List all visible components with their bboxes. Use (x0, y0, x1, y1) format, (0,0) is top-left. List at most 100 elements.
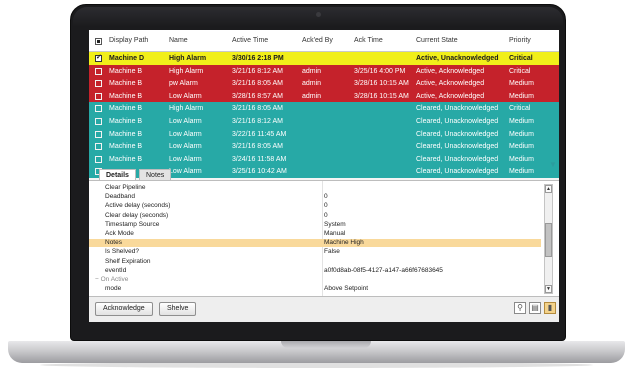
header-current-state[interactable]: Current State (416, 30, 509, 52)
row-checkbox[interactable] (95, 143, 102, 151)
acknowledge-button[interactable]: Acknowledge (95, 302, 153, 316)
details-value: Manual (324, 230, 346, 237)
details-row[interactable]: Shelf Expiration (89, 258, 541, 266)
row-checkbox[interactable] (95, 118, 102, 125)
details-key: Ack Mode (105, 230, 134, 237)
table-row[interactable]: Machine B Low Alarm 3/21/16 8:05 AM Cleared… (89, 140, 559, 154)
table-row[interactable]: Machine B Low Alarm 3/24/16 11:58 AM Cleare… (89, 152, 559, 166)
cell-acked-by: admin (302, 67, 322, 75)
cell-priority: Critical (509, 67, 531, 75)
details-scrollbar[interactable]: ▲ ▼ (544, 184, 553, 294)
details-key: Deadband (105, 193, 135, 201)
cell-display-path: Machine B (109, 155, 143, 163)
cell-display-path: Machine B (109, 130, 143, 138)
cell-display-path: Machine B (109, 105, 143, 113)
cell-current-state: Cleared, Unacknowledged (416, 155, 499, 163)
book-icon[interactable]: ▮ (544, 302, 556, 314)
row-checkbox[interactable] (95, 105, 102, 113)
header-acked-by[interactable]: Ack'ed By (302, 30, 354, 52)
details-row[interactable]: Ack Mode Manual (89, 230, 541, 238)
table-header: Display Path Name Active Time Ack'ed By … (89, 30, 559, 52)
header-ack-time[interactable]: Ack Time (354, 30, 416, 52)
table-row[interactable]: Machine B High Alarm 3/21/16 8:12 AM admin 3… (89, 64, 559, 78)
magnify-icon[interactable]: ⚲ (514, 302, 526, 314)
details-row[interactable]: Timestamp Source System (89, 221, 541, 229)
details-key: eventId (105, 266, 127, 274)
details-row[interactable]: Notes Machine High (89, 239, 541, 248)
cell-ack-time: 3/25/16 4:00 PM (354, 67, 406, 75)
document-icon[interactable]: ▤ (529, 302, 541, 314)
cell-active-time: 3/28/16 8:57 AM (232, 92, 283, 100)
table-row[interactable]: Machine B Low Alarm 3/21/16 8:12 AM Cleared… (89, 115, 559, 128)
detail-tabs: Details Notes (89, 168, 559, 180)
lid-shine (73, 7, 563, 27)
cell-priority: Medium (509, 130, 534, 138)
details-row[interactable]: eventId a0f0d8ab-08f5-4127-a147-a66f67683… (89, 267, 541, 275)
cell-current-state: Active, Acknowledged (416, 67, 485, 75)
cell-priority: Medium (509, 92, 534, 100)
action-bar: Acknowledge Shelve ⚲ ▤ ▮ (89, 297, 559, 322)
details-value: a0f0d8ab-08f5-4127-a147-a66f67683645 (324, 266, 443, 274)
cell-name: Low Alarm (169, 130, 202, 138)
header-name[interactable]: Name (169, 30, 231, 52)
cell-display-path: Machine B (109, 80, 143, 88)
cell-current-state: Cleared, Unacknowledged (416, 143, 499, 151)
header-display-path[interactable]: Display Path (109, 30, 169, 52)
details-value: 0 (324, 193, 328, 201)
details-key: Clear Pipeline (105, 184, 146, 191)
details-row[interactable]: Deadband 0 (89, 193, 541, 201)
cell-ack-time: 3/28/16 10:15 AM (354, 92, 409, 100)
alarm-status-screen: Display Path Name Active Time Ack'ed By … (89, 30, 559, 322)
row-checkbox[interactable] (95, 53, 102, 62)
table-row[interactable]: Machine B pw Alarm 3/21/16 8:05 AM admin 3/2… (89, 77, 559, 91)
details-row[interactable]: Is Shelved? False (89, 248, 541, 256)
row-checkbox[interactable] (95, 67, 102, 75)
row-checkbox[interactable] (95, 80, 102, 88)
details-key: mode (105, 285, 122, 293)
details-value: System (324, 220, 346, 228)
details-value: Above Setpoint (324, 285, 369, 293)
cell-priority: Medium (509, 80, 534, 88)
scroll-down-icon[interactable]: ▼ (545, 285, 552, 293)
tab-details[interactable]: Details (99, 169, 136, 180)
details-row[interactable]: Active delay (seconds) 0 (89, 202, 541, 210)
details-group-header[interactable]: − On Active (89, 276, 541, 284)
table-row[interactable]: Machine B High Alarm 3/21/16 8:05 AM Cleare… (89, 102, 559, 116)
cell-current-state: Active, Acknowledged (416, 92, 485, 100)
header-active-time[interactable]: Active Time (232, 30, 302, 52)
row-checkbox[interactable] (95, 155, 102, 163)
table-row[interactable]: Machine B Low Alarm 3/22/16 11:45 AM Cleare… (89, 127, 559, 141)
tab-notes[interactable]: Notes (139, 169, 172, 180)
details-key: Active delay (seconds) (105, 202, 171, 210)
scroll-thumb[interactable] (545, 223, 552, 257)
details-row[interactable]: Clear delay (seconds) 0 (89, 212, 541, 220)
table-row[interactable]: Machine B Low Alarm 3/28/16 8:57 AM admin 3/… (89, 89, 559, 103)
details-value: 0 (324, 211, 328, 219)
cell-active-time: 3/22/16 11:45 AM (232, 130, 287, 138)
table-row[interactable]: Machine D High Alarm 3/30/16 2:18 PM Active… (89, 52, 559, 65)
cell-active-time: 3/21/16 8:05 AM (232, 143, 283, 151)
base-notch (281, 341, 371, 348)
sort-arrow-icon[interactable]: ▼ (549, 161, 557, 169)
cell-name: Low Alarm (169, 92, 202, 100)
scroll-up-icon[interactable]: ▲ (545, 185, 552, 193)
cell-priority: Medium (509, 155, 534, 163)
cell-display-path: Machine B (109, 92, 143, 100)
cell-active-time: 3/21/16 8:12 AM (232, 118, 283, 125)
details-value: 0 (324, 202, 328, 210)
cell-display-path: Machine B (109, 143, 143, 151)
details-row[interactable]: Clear Pipeline (89, 184, 541, 192)
cell-active-time: 3/21/16 8:05 AM (232, 80, 283, 88)
row-checkbox[interactable] (95, 130, 102, 138)
cell-current-state: Cleared, Unacknowledged (416, 105, 499, 113)
cell-acked-by: admin (302, 92, 322, 100)
header-priority[interactable]: Priority (509, 30, 549, 52)
shelve-button[interactable]: Shelve (159, 302, 197, 316)
row-checkbox[interactable] (95, 92, 102, 100)
details-row[interactable]: mode Above Setpoint (89, 285, 541, 293)
cell-current-state: Cleared, Unacknowledged (416, 130, 499, 138)
select-all-checkbox[interactable] (95, 38, 102, 45)
cell-name: High Alarm (169, 67, 204, 75)
cell-active-time: 3/30/16 2:18 PM (232, 55, 284, 62)
details-key: Is Shelved? (105, 248, 139, 256)
